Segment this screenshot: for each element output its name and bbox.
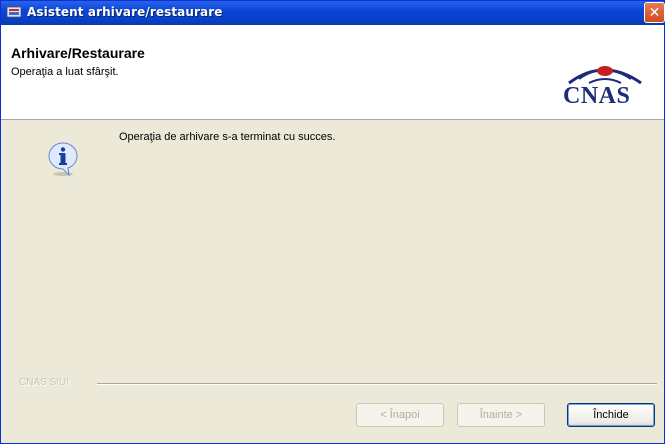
wizard-window: Asistent arhivare/restaurare ✕ Arhivare/… [0,0,665,444]
logo-text: CNAS [563,83,631,109]
title-bar[interactable]: Asistent arhivare/restaurare ✕ [1,1,665,25]
window-title: Asistent arhivare/restaurare [27,5,223,19]
info-icon [48,142,78,177]
wizard-header: Arhivare/Restaurare Operaţia a luat sfâr… [1,25,664,120]
close-window-button[interactable]: ✕ [644,2,665,23]
status-message: Operaţia de arhivare s-a terminat cu suc… [119,131,336,143]
cnas-logo-icon [568,66,642,85]
page-subtitle: Operaţia a luat sfârşit. [11,66,119,78]
cnas-logo: CNAS [549,53,659,115]
footer-divider [97,383,657,385]
app-icon [7,6,21,18]
back-button[interactable]: < Înapoi [356,403,444,427]
footer-group-label: CNAS SIUI [19,377,70,388]
page-title: Arhivare/Restaurare [11,45,145,61]
close-button[interactable]: Închide [567,403,655,427]
next-button[interactable]: Înainte > [457,403,545,427]
